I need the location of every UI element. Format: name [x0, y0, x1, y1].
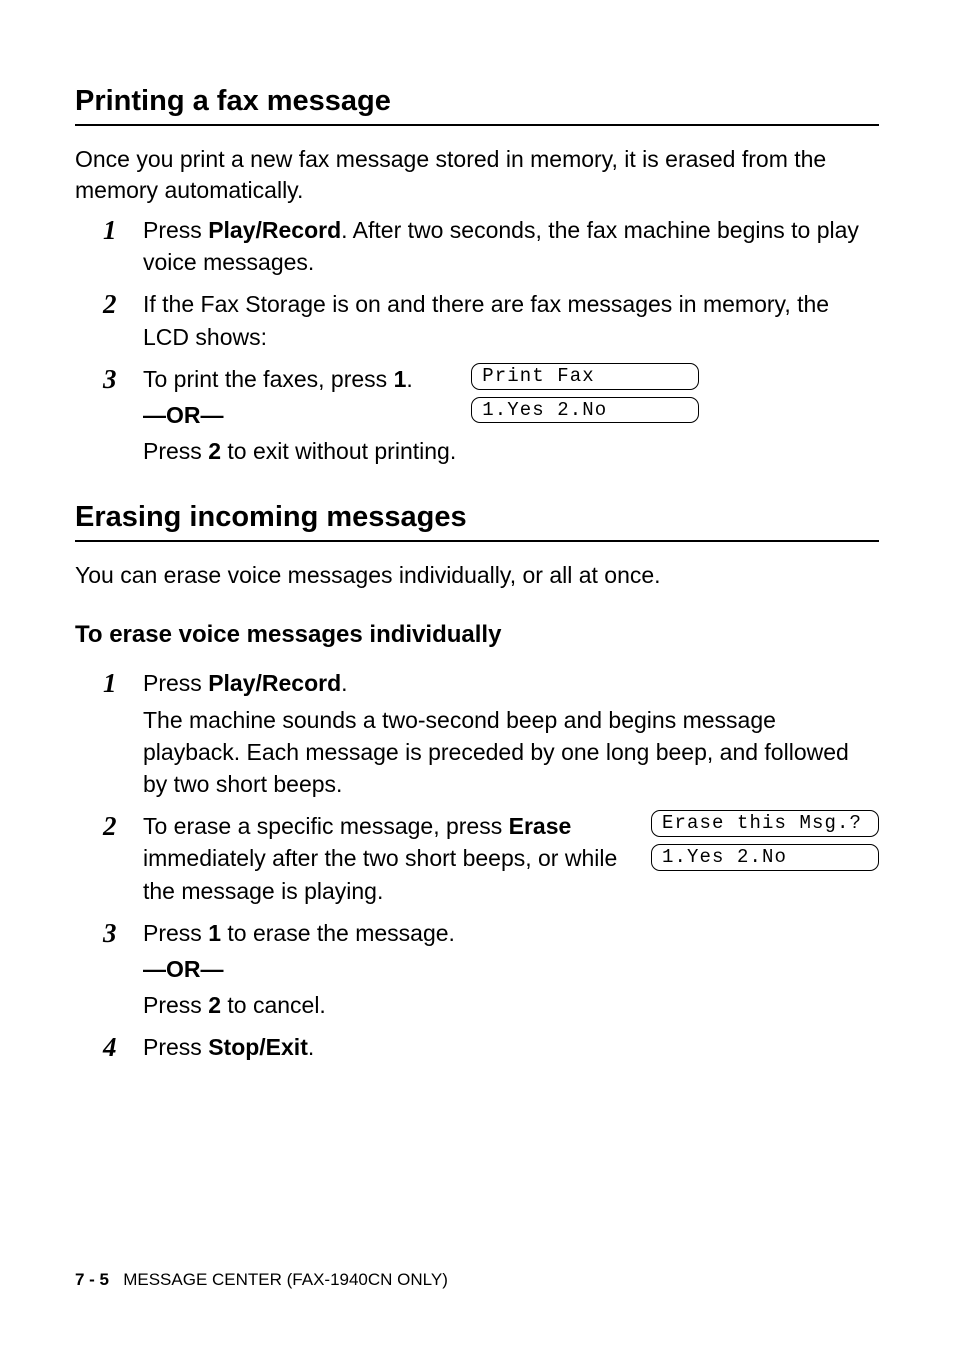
step-content: Press Play/Record. The machine sounds a … [143, 667, 879, 804]
section1-steps: 1 Press Play/Record. After two seconds, … [75, 214, 879, 471]
or-separator: —OR— [143, 399, 456, 431]
text: Press [143, 1034, 208, 1060]
text: Press [143, 217, 208, 243]
step-content: Press Play/Record. After two seconds, th… [143, 214, 879, 282]
step-content: To print the faxes, press 1. —OR— Press … [143, 363, 471, 472]
lcd-display: Print Fax [471, 363, 699, 390]
text: . [341, 670, 347, 696]
step-number: 1 [103, 667, 143, 699]
page-number: 7 - 5 [75, 1270, 109, 1289]
lcd-group: Print Fax 1.Yes 2.No [471, 363, 699, 431]
key-label: Erase [509, 813, 572, 839]
text: to erase the message. [221, 920, 455, 946]
step-item: 1 Press Play/Record. After two seconds, … [103, 214, 879, 282]
section-heading-printing: Printing a fax message [75, 85, 879, 126]
step-number: 2 [103, 288, 143, 320]
text: The machine sounds a two-second beep and… [143, 704, 879, 801]
text: To print the faxes, press [143, 366, 394, 392]
section1-intro: Once you print a new fax message stored … [75, 144, 879, 206]
step-content: To erase a specific message, press Erase… [143, 810, 651, 911]
lcd-display: 1.Yes 2.No [651, 844, 879, 871]
step-content: If the Fax Storage is on and there are f… [143, 288, 879, 356]
text: If the Fax Storage is on and there are f… [143, 288, 879, 352]
step-item: 2 To erase a specific message, press Era… [103, 810, 879, 911]
text: Press [143, 920, 208, 946]
text: . [406, 366, 412, 392]
text: to exit without printing. [221, 438, 456, 464]
text: Press [143, 438, 208, 464]
step-item: 1 Press Play/Record. The machine sounds … [103, 667, 879, 804]
key-label: 1 [394, 366, 407, 392]
step-number: 1 [103, 214, 143, 246]
step-number: 4 [103, 1031, 143, 1063]
key-label: Stop/Exit [208, 1034, 308, 1060]
step-item: 3 Press 1 to erase the message. —OR— Pre… [103, 917, 879, 1026]
lcd-display: Erase this Msg.? [651, 810, 879, 837]
text: Press [143, 670, 208, 696]
step-content: Press Stop/Exit. [143, 1031, 879, 1067]
step-item: 3 To print the faxes, press 1. —OR— Pres… [103, 363, 879, 472]
key-label: 2 [208, 438, 221, 464]
section2-intro: You can erase voice messages individuall… [75, 560, 879, 591]
step-content: Press 1 to erase the message. —OR— Press… [143, 917, 879, 1026]
key-label: 2 [208, 992, 221, 1018]
text: Press [143, 992, 208, 1018]
text: immediately after the two short beeps, o… [143, 845, 617, 903]
step-number: 3 [103, 917, 143, 949]
key-label: 1 [208, 920, 221, 946]
text: . [308, 1034, 314, 1060]
step-item: 4 Press Stop/Exit. [103, 1031, 879, 1067]
page-footer: 7 - 5 MESSAGE CENTER (FAX-1940CN ONLY) [75, 1270, 448, 1290]
key-label: Play/Record [208, 217, 341, 243]
step-number: 2 [103, 810, 143, 842]
section2-steps: 1 Press Play/Record. The machine sounds … [75, 667, 879, 1067]
text: To erase a specific message, press [143, 813, 509, 839]
lcd-group: Erase this Msg.? 1.Yes 2.No [651, 810, 879, 878]
lcd-display: 1.Yes 2.No [471, 397, 699, 424]
key-label: Play/Record [208, 670, 341, 696]
subsection-heading: To erase voice messages individually [75, 621, 879, 649]
step-number: 3 [103, 363, 143, 395]
footer-title: MESSAGE CENTER (FAX-1940CN ONLY) [123, 1270, 448, 1289]
step-item: 2 If the Fax Storage is on and there are… [103, 288, 879, 356]
text: to cancel. [221, 992, 326, 1018]
section-heading-erasing: Erasing incoming messages [75, 501, 879, 542]
or-separator: —OR— [143, 953, 879, 985]
